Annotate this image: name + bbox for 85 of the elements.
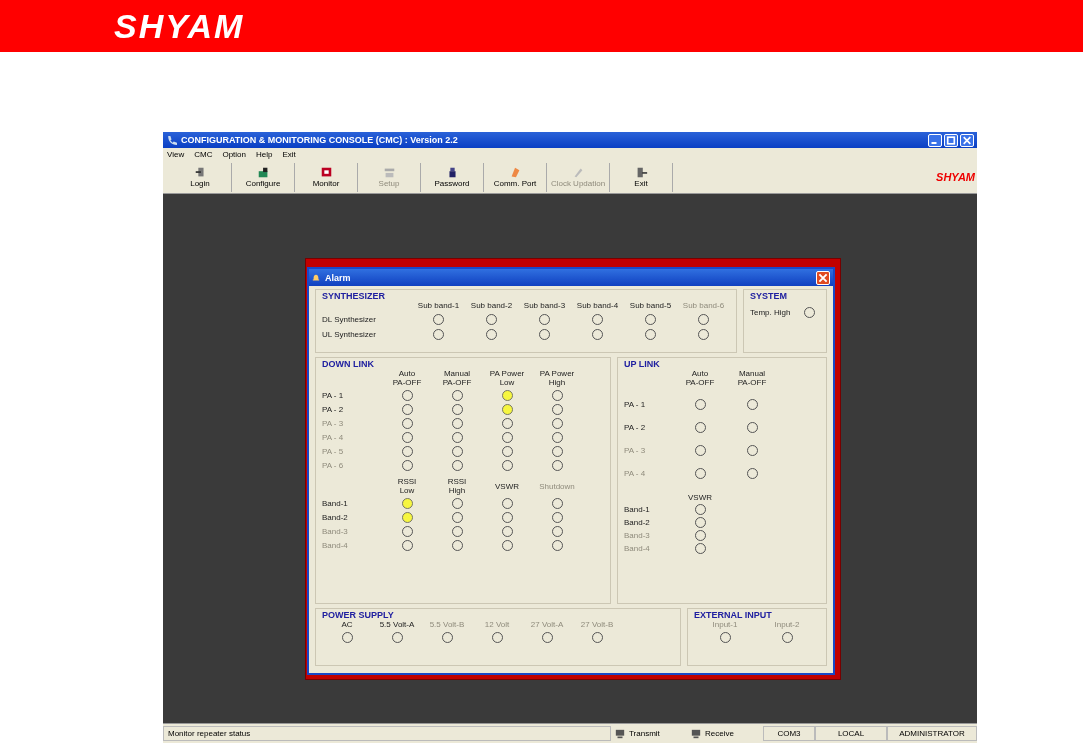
menu-item[interactable]: Help xyxy=(256,150,273,159)
close-button[interactable] xyxy=(816,270,830,285)
column-label: Sub band-3 xyxy=(522,301,567,310)
column-label: Manual PA-OFF xyxy=(441,369,473,387)
row-label: PA - 2 xyxy=(624,423,647,432)
group-title: EXTERNAL INPUT xyxy=(694,610,773,620)
row-label: PA - 3 xyxy=(322,419,345,428)
column-label: Manual PA-OFF xyxy=(736,369,768,387)
row-label: PA - 1 xyxy=(624,400,647,409)
group-title: SYSTEM xyxy=(750,291,788,301)
row-label: Band-4 xyxy=(624,544,651,553)
toolbar-button[interactable]: Monitor xyxy=(295,162,358,192)
item-label: 12 Volt xyxy=(484,620,510,629)
maximize-button[interactable] xyxy=(944,133,958,147)
group-title: POWER SUPPLY xyxy=(322,610,395,620)
menu-item[interactable]: View xyxy=(167,150,185,159)
status-user: ADMINISTRATOR xyxy=(887,726,977,741)
computer-icon xyxy=(615,728,625,739)
toolbar-button[interactable]: Comm. Port xyxy=(484,162,547,192)
status-message: Monitor repeater status xyxy=(163,726,611,741)
row-label: UL Synthesizer xyxy=(322,330,377,339)
item-label: Input-2 xyxy=(774,620,800,629)
column-label: Sub band-6 xyxy=(681,301,726,310)
monitor-icon xyxy=(319,166,333,179)
minimize-icon xyxy=(931,141,937,144)
brand-logo: SHYAM xyxy=(936,171,976,183)
row-label: Band-3 xyxy=(624,531,651,540)
column-label: VSWR xyxy=(494,481,520,491)
row-label: PA - 4 xyxy=(322,433,345,442)
column-label: PA Power High xyxy=(538,369,576,387)
row-label: Band-1 xyxy=(322,499,349,508)
row-label: DL Synthesizer xyxy=(322,315,377,324)
row-label: PA - 6 xyxy=(322,461,345,470)
tray-icon xyxy=(382,166,396,179)
column-label: Auto PA-OFF xyxy=(684,369,716,387)
toolbar-button[interactable]: Login xyxy=(169,162,232,192)
row-label: Temp. High xyxy=(750,308,791,317)
menu-item[interactable]: CMC xyxy=(194,150,213,159)
column-label: Shutdown xyxy=(538,481,576,491)
column-label: PA Power Low xyxy=(488,369,526,387)
item-label: 27 Volt-B xyxy=(580,620,614,629)
item-label: 5.5 Volt-A xyxy=(379,620,415,629)
minimize-button[interactable] xyxy=(928,133,942,147)
column-label: Auto PA-OFF xyxy=(391,369,423,387)
column-label: Sub band-2 xyxy=(469,301,514,310)
dialog-title: Alarm xyxy=(325,272,351,283)
menu-item[interactable]: Option xyxy=(222,150,246,159)
row-label: PA - 1 xyxy=(322,391,345,400)
row-label: PA - 3 xyxy=(624,446,647,455)
logo: SHYAM xyxy=(114,6,245,46)
status-text: Receive xyxy=(705,729,734,738)
close-button[interactable] xyxy=(960,133,974,147)
status-port: COM3 xyxy=(763,726,815,741)
item-label: 5.5 Volt-B xyxy=(429,620,465,629)
maximize-icon xyxy=(945,134,957,146)
status-text: Transmit xyxy=(629,729,660,738)
bell-icon xyxy=(312,273,320,282)
phone-icon xyxy=(166,134,177,146)
window-title: CONFIGURATION & MONITORING CONSOLE (CMC) : Version 2.2 xyxy=(181,135,459,145)
computer-icon xyxy=(691,728,701,739)
column-label: Sub band-1 xyxy=(416,301,461,310)
row-label: Band-2 xyxy=(322,513,349,522)
row-label: PA - 2 xyxy=(322,405,345,414)
toolbar-button[interactable]: Configure xyxy=(232,162,295,192)
column-label: RSSI Low xyxy=(396,477,418,495)
status-mode: LOCAL xyxy=(815,726,887,741)
toolbar-button[interactable]: Password xyxy=(421,162,484,192)
row-label: Band-3 xyxy=(322,527,349,536)
menu-item[interactable]: Exit xyxy=(282,150,296,159)
row-label: Band-4 xyxy=(322,541,349,550)
group-title: DOWN LINK xyxy=(322,359,375,369)
group-title: UP LINK xyxy=(624,359,661,369)
group-title: SYNTHESIZER xyxy=(322,291,386,301)
row-label: Band-1 xyxy=(624,505,651,514)
column-label: Sub band-5 xyxy=(628,301,673,310)
toolbar-button[interactable]: Exit xyxy=(610,162,673,192)
column-label: VSWR xyxy=(687,493,713,502)
column-label: Sub band-4 xyxy=(575,301,620,310)
row-label: Band-2 xyxy=(624,518,651,527)
column-label: RSSI High xyxy=(446,477,468,495)
item-label: AC xyxy=(341,620,353,629)
row-label: PA - 5 xyxy=(322,447,345,456)
item-label: 27 Volt-A xyxy=(530,620,564,629)
item-label: Input-1 xyxy=(712,620,738,629)
row-label: PA - 4 xyxy=(624,469,647,478)
